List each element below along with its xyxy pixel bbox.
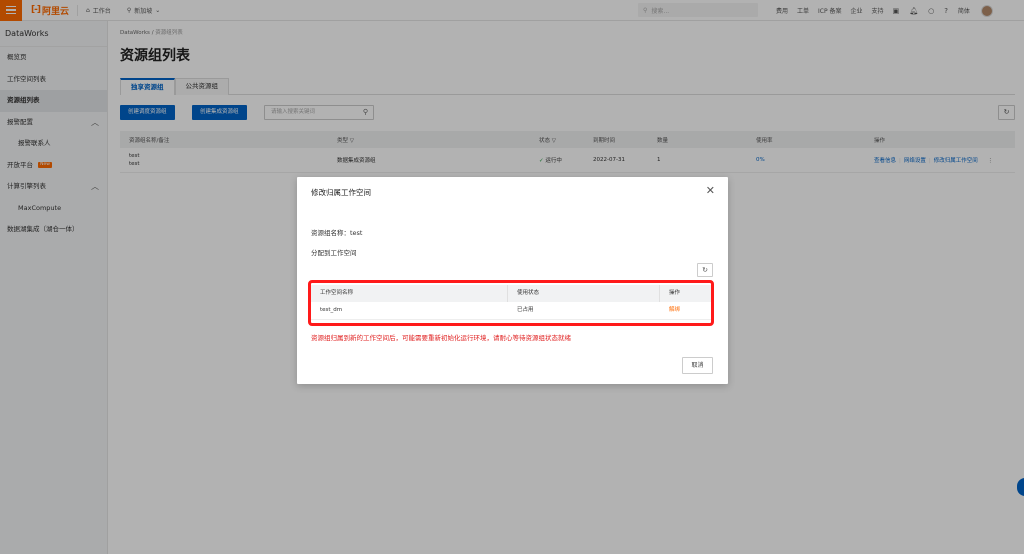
warning-text: 资源组归属到新的工作空间后，可能需要重新初始化运行环境，请耐心等待资源组状态就绪 (311, 334, 571, 342)
cancel-button[interactable]: 取消 (682, 357, 713, 374)
refresh-icon: ↻ (702, 266, 708, 274)
assign-workspace-label: 分配到工作空间 (311, 249, 357, 257)
dialog-title: 修改归属工作空间 (311, 188, 371, 197)
refresh-button[interactable]: ↻ (697, 263, 713, 277)
resource-group-name: 资源组名称：test (311, 229, 363, 237)
close-icon[interactable]: ✕ (706, 184, 715, 197)
highlight-annotation (308, 280, 714, 326)
